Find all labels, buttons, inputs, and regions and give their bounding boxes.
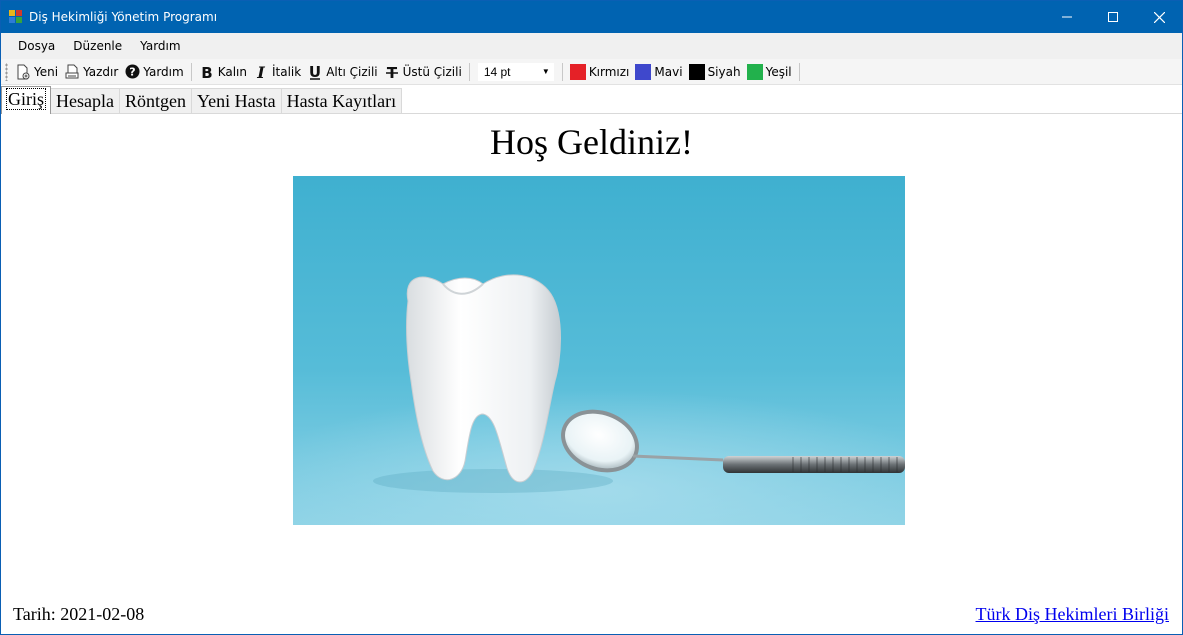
color-black-label: Siyah	[707, 64, 741, 79]
underline-button[interactable]: U Altı Çizili	[304, 61, 380, 83]
color-green-button[interactable]: Yeşil	[744, 61, 795, 83]
tdb-link[interactable]: Türk Diş Hekimleri Birliği	[976, 604, 1169, 625]
toolbar-separator	[798, 62, 800, 81]
tab-strip: Giriş Hesapla Röntgen Yeni Hasta Hasta K…	[1, 86, 403, 114]
black-swatch-icon	[688, 63, 705, 80]
print-button[interactable]: Yazdır	[61, 61, 121, 83]
close-button[interactable]	[1136, 1, 1182, 33]
help-icon: ?	[124, 64, 140, 80]
red-swatch-icon	[569, 63, 586, 80]
tab-hesapla-label: Hesapla	[56, 91, 114, 111]
color-green-label: Yeşil	[765, 64, 792, 79]
underline-icon: U	[307, 64, 323, 80]
help-button[interactable]: ? Yardım	[121, 61, 186, 83]
svg-text:I: I	[256, 64, 265, 80]
toolbar-separator	[561, 62, 563, 81]
print-label: Yazdır	[83, 64, 119, 79]
tab-rontgen[interactable]: Röntgen	[118, 88, 192, 114]
menu-bar: Dosya Düzenle Yardım	[1, 33, 1182, 59]
tooth-image	[293, 176, 905, 525]
tab-hasta-kayitlari-label: Hasta Kayıtları	[286, 91, 397, 111]
tab-giris[interactable]: Giriş	[1, 86, 51, 114]
strikethrough-label: Üstü Çizili	[402, 64, 462, 79]
welcome-heading: Hoş Geldiniz!	[490, 122, 693, 162]
color-red-label: Kırmızı	[588, 64, 630, 79]
print-icon	[64, 64, 80, 80]
tab-yeni-hasta[interactable]: Yeni Hasta	[190, 88, 282, 114]
svg-text:?: ?	[129, 66, 135, 79]
color-blue-button[interactable]: Mavi	[632, 61, 685, 83]
italic-label: İtalik	[271, 64, 302, 79]
toolbar-separator	[190, 62, 192, 81]
tab-hesapla[interactable]: Hesapla	[50, 88, 120, 114]
menu-dosya[interactable]: Dosya	[9, 39, 64, 53]
window-title: Diş Hekimliği Yönetim Programı	[29, 10, 218, 24]
new-label: Yeni	[34, 64, 59, 79]
color-black-button[interactable]: Siyah	[686, 61, 744, 83]
tab-yeni-hasta-label: Yeni Hasta	[196, 91, 276, 111]
toolbar-separator	[468, 62, 470, 81]
color-blue-label: Mavi	[654, 64, 683, 79]
bold-icon: B	[199, 64, 215, 80]
blue-swatch-icon	[635, 63, 652, 80]
italic-icon: I	[253, 64, 269, 80]
menu-duzenle[interactable]: Düzenle	[64, 39, 131, 53]
svg-text:U: U	[309, 64, 321, 80]
italic-button[interactable]: I İtalik	[250, 61, 304, 83]
color-red-button[interactable]: Kırmızı	[567, 61, 633, 83]
green-swatch-icon	[746, 63, 763, 80]
bold-label: Kalın	[217, 64, 247, 79]
toolbar: Yeni Yazdır ? Yardım B Kalın I İtalik U …	[1, 59, 1182, 85]
menu-yardim[interactable]: Yardım	[131, 39, 189, 53]
svg-text:B: B	[201, 64, 212, 80]
maximize-button[interactable]	[1090, 1, 1136, 33]
tab-panel-giris: Hoş Geldiniz! Tarih: 2021-02-08 Türk Diş…	[1, 113, 1182, 634]
tab-hasta-kayitlari[interactable]: Hasta Kayıtları	[280, 88, 403, 114]
date-display: Tarih: 2021-02-08	[13, 604, 144, 625]
chevron-down-icon: ▼	[541, 67, 550, 76]
strikethrough-button[interactable]: T Üstü Çizili	[381, 61, 465, 83]
minimize-button[interactable]	[1044, 1, 1090, 33]
tab-giris-label: Giriş	[6, 88, 46, 110]
bold-button[interactable]: B Kalın	[196, 61, 250, 83]
underline-label: Altı Çizili	[326, 64, 378, 79]
font-size-select[interactable]: 14 pt ▼	[476, 61, 555, 82]
app-icon	[9, 10, 23, 24]
font-size-value: 14 pt	[483, 64, 511, 79]
tab-rontgen-label: Röntgen	[124, 91, 186, 111]
new-button[interactable]: Yeni	[12, 61, 61, 83]
app-window: Diş Hekimliği Yönetim Programı Dosya Düz…	[0, 0, 1183, 635]
toolbar-grip[interactable]	[5, 62, 8, 81]
date-label: Tarih:	[13, 604, 56, 624]
help-label: Yardım	[143, 64, 184, 79]
strikethrough-icon: T	[384, 64, 400, 80]
date-value: 2021-02-08	[60, 604, 145, 624]
title-bar: Diş Hekimliği Yönetim Programı	[1, 1, 1182, 33]
new-document-icon	[15, 64, 31, 80]
svg-text:T: T	[387, 64, 398, 80]
